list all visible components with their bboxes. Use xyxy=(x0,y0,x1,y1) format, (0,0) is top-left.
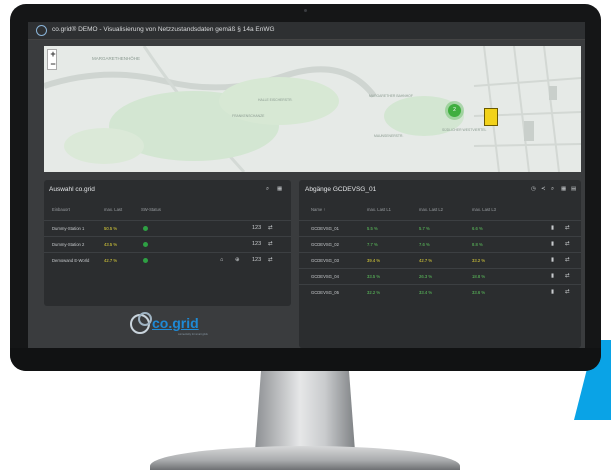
level-icon[interactable]: ▮ xyxy=(551,257,554,263)
chart-icon[interactable]: 123 xyxy=(252,225,261,231)
monitor-stand-base xyxy=(150,446,460,470)
max-load-l2: 26.3 % xyxy=(419,274,433,279)
max-load-l3: 18.8 % xyxy=(472,274,486,279)
status-indicator xyxy=(143,226,148,231)
zoom-out-button[interactable]: − xyxy=(48,60,58,70)
outlet-name: GCDEVSG_04 xyxy=(311,274,339,279)
max-load-l2: 5.7 % xyxy=(419,226,430,231)
export-icon[interactable]: ⇄ xyxy=(565,289,570,295)
max-load-l2: 33.4 % xyxy=(419,290,433,295)
column-header[interactable]: max. Last L3 xyxy=(472,207,496,212)
export-icon[interactable]: ⇄ xyxy=(565,257,570,263)
level-icon[interactable]: ▮ xyxy=(551,289,554,295)
station-name: Demowand E-World xyxy=(52,258,90,263)
max-load-l3: 8.8 % xyxy=(472,242,483,247)
max-load-l2: 42.7 % xyxy=(419,258,433,263)
max-load: 43.5 % xyxy=(104,242,118,247)
max-load-l1: 39.4 % xyxy=(367,258,381,263)
column-header[interactable]: max. Last L2 xyxy=(419,207,443,212)
columns-icon[interactable]: ▦ xyxy=(277,186,282,192)
outlet-name: GCDEVSG_02 xyxy=(311,242,339,247)
level-icon[interactable]: ▮ xyxy=(551,241,554,247)
monitor-camera xyxy=(304,9,307,12)
app-header: co.grid® DEMO - Visualisierung von Netzz… xyxy=(28,22,585,40)
download-icon[interactable]: ▤ xyxy=(571,186,576,192)
share-icon[interactable]: ≺ xyxy=(541,186,546,192)
map-cluster-marker[interactable]: 2 xyxy=(448,104,461,117)
max-load-l1: 5.5 % xyxy=(367,226,378,231)
map-label: HALLE EISCHERSTR. xyxy=(258,98,293,102)
max-load-l1: 33.5 % xyxy=(367,274,381,279)
table-row[interactable]: GCDEVSG_05 32.2 % 33.4 % 33.6 % ▮ ⇄ xyxy=(299,284,581,299)
max-load-l3: 33.2 % xyxy=(472,258,486,263)
table-row[interactable]: Dummy-Station 1 50.5 % 123 ⇄ xyxy=(44,220,291,235)
export-icon[interactable]: ⇄ xyxy=(268,225,273,231)
level-icon[interactable]: ▮ xyxy=(551,273,554,279)
history-icon[interactable]: ◷ xyxy=(531,186,536,192)
panel-title: Abgänge GCDEVSG_01 xyxy=(305,186,377,193)
table-row[interactable]: GCDEVSG_04 33.5 % 26.3 % 18.8 % ▮ ⇄ xyxy=(299,268,581,283)
zoom-to-icon[interactable]: ⊕ xyxy=(235,257,240,263)
map-label: MARGARETHER BAHNHOF xyxy=(369,94,413,98)
export-icon[interactable]: ⇄ xyxy=(268,257,273,263)
max-load-l3: 33.6 % xyxy=(472,290,486,295)
export-icon[interactable]: ⇄ xyxy=(565,225,570,231)
outlet-name: GCDEVSG_01 xyxy=(311,226,339,231)
cogrid-logo-text: co.grid xyxy=(152,315,199,331)
app-logo-icon xyxy=(36,25,47,36)
status-indicator xyxy=(143,242,148,247)
station-name: Dummy-Station 2 xyxy=(52,242,85,247)
columns-icon[interactable]: ▦ xyxy=(561,186,566,192)
app-title: co.grid® DEMO - Visualisierung von Netzz… xyxy=(52,26,275,33)
home-icon[interactable]: ⌂ xyxy=(220,257,223,263)
column-header[interactable]: Einbauort xyxy=(52,207,70,212)
max-load-l3: 6.6 % xyxy=(472,226,483,231)
level-icon[interactable]: ▮ xyxy=(551,225,554,231)
max-load-l1: 32.2 % xyxy=(367,290,381,295)
export-icon[interactable]: ⇄ xyxy=(565,241,570,247)
map-label: MAUNSENERSTR. xyxy=(374,134,404,138)
selection-panel: Auswahl co.grid ⌕ ▦ Einbauort max. Last … xyxy=(44,180,291,306)
column-header[interactable]: Name ↑ xyxy=(311,207,325,212)
screen: co.grid® DEMO - Visualisierung von Netzz… xyxy=(28,22,585,348)
table-row[interactable]: GCDEVSG_03 39.4 % 42.7 % 33.2 % ▮ ⇄ xyxy=(299,252,581,267)
max-load: 42.7 % xyxy=(104,258,118,263)
table-row[interactable]: GCDEVSG_02 7.7 % 7.6 % 8.8 % ▮ ⇄ xyxy=(299,236,581,251)
monitor-chin xyxy=(10,348,601,371)
cogrid-logo-icon-inner xyxy=(138,312,152,326)
max-load-l2: 7.6 % xyxy=(419,242,430,247)
table-row[interactable]: Dummy-Station 2 43.5 % 123 ⇄ xyxy=(44,236,291,251)
station-name: Dummy-Station 1 xyxy=(52,226,85,231)
search-icon[interactable]: ⌕ xyxy=(551,186,554,193)
table-row[interactable]: Demowand E-World 42.7 % ⌂ ⊕ 123 ⇄ xyxy=(44,252,291,267)
search-icon[interactable]: ⌕ xyxy=(266,186,269,193)
max-load-l1: 7.7 % xyxy=(367,242,378,247)
max-load: 50.5 % xyxy=(104,226,118,231)
outlet-name: GCDEVSG_05 xyxy=(311,290,339,295)
map-view[interactable]: + − MARGARETHENHÖHE HALLE EISCHERSTR. FR… xyxy=(44,46,581,172)
export-icon[interactable]: ⇄ xyxy=(268,241,273,247)
chart-icon[interactable]: 123 xyxy=(252,257,261,263)
map-label: SÜDLICHER WESTVIERTEL xyxy=(442,128,487,132)
cogrid-tagline: connectivity for smart grids xyxy=(178,333,208,336)
table-row[interactable]: GCDEVSG_01 5.5 % 5.7 % 6.6 % ▮ ⇄ xyxy=(299,220,581,235)
column-header[interactable]: max. Last L1 xyxy=(367,207,391,212)
export-icon[interactable]: ⇄ xyxy=(565,273,570,279)
outlet-name: GCDEVSG_03 xyxy=(311,258,339,263)
station-marker-icon[interactable] xyxy=(484,108,498,126)
column-header[interactable]: SW-Status xyxy=(141,207,161,212)
panel-title: Auswahl co.grid xyxy=(49,186,95,193)
map-label-district: MARGARETHENHÖHE xyxy=(92,56,141,61)
map-background xyxy=(44,46,581,172)
status-indicator xyxy=(143,258,148,263)
monitor-stand-neck xyxy=(255,371,355,451)
outlets-panel: Abgänge GCDEVSG_01 ◷ ≺ ⌕ ▦ ▤ Name ↑ max.… xyxy=(299,180,581,348)
map-label: FRANKENSCHANZE xyxy=(232,114,265,118)
column-header[interactable]: max. Last xyxy=(104,207,122,212)
zoom-control: + − xyxy=(47,49,57,70)
chart-icon[interactable]: 123 xyxy=(252,241,261,247)
